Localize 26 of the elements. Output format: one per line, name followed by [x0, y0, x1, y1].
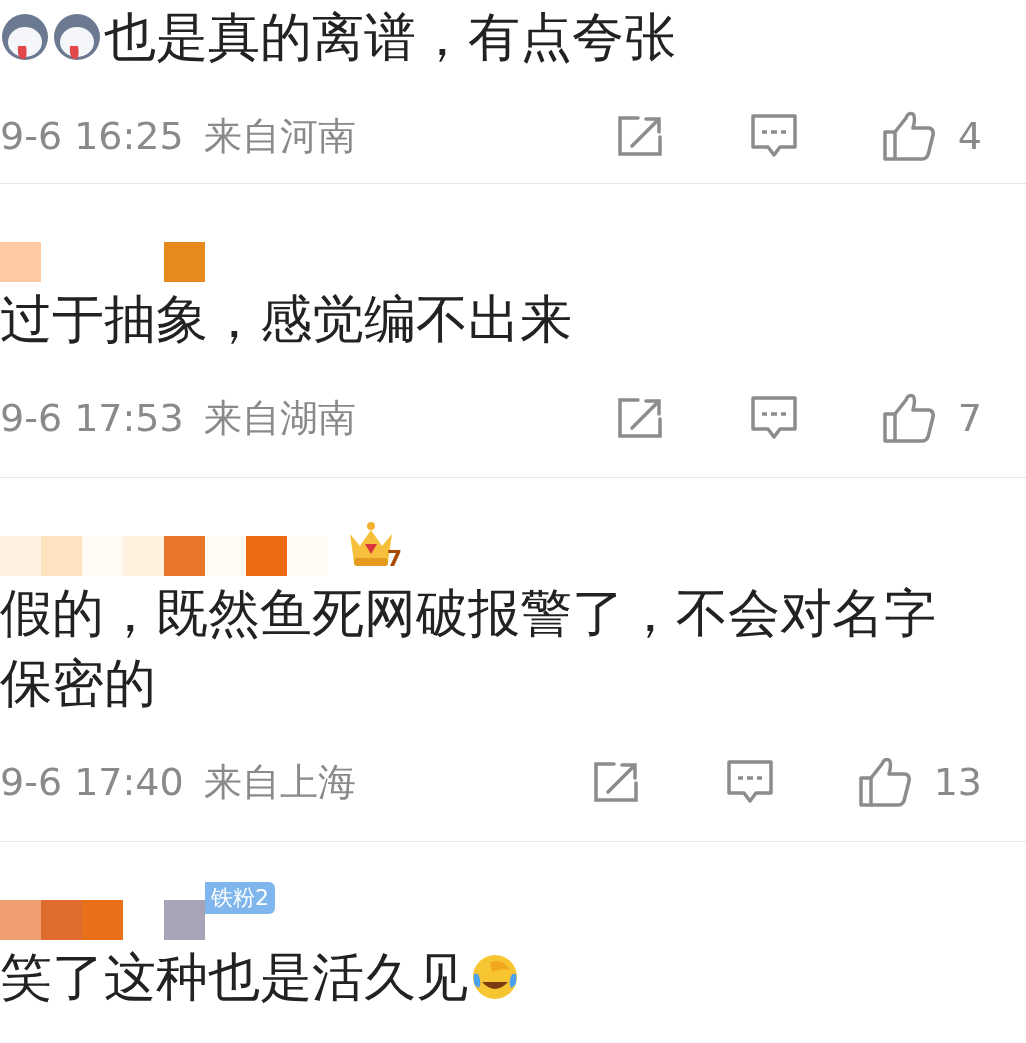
laughing-emoji-icon — [470, 952, 520, 1002]
comment-text: 过于抽象，感觉编不出来 — [0, 288, 572, 351]
fan-badge: 铁粉2 — [205, 882, 275, 914]
comment-time: 9-6 16:25 — [0, 112, 184, 160]
badge-level: 7 — [386, 548, 402, 570]
comment-text: 笑了这种也是活久见 — [0, 946, 468, 1009]
comment-text: 也是真的离谱，有点夸张 — [104, 6, 676, 69]
comment-icon[interactable] — [749, 113, 798, 159]
like-count: 13 — [933, 758, 982, 806]
comment-time: 9-6 17:53 — [0, 394, 184, 442]
comment-icon[interactable] — [749, 395, 798, 441]
comment-location: 来自上海 — [203, 758, 356, 806]
comment-icon[interactable] — [725, 759, 774, 805]
like-count: 7 — [957, 394, 982, 442]
like-count: 4 — [957, 112, 982, 160]
share-icon[interactable] — [591, 761, 640, 803]
comment-text: 假的，既然鱼死网破报警了，不会对名字保密的 — [0, 582, 937, 715]
thumbs-up-icon[interactable] — [881, 392, 936, 444]
thumbs-up-icon[interactable] — [857, 756, 912, 808]
dog-emoji-icon — [52, 12, 102, 62]
comment-time: 9-6 17:40 — [0, 758, 184, 806]
comment-location: 来自湖南 — [203, 394, 356, 442]
comment-location: 来自河南 — [203, 112, 356, 160]
share-icon[interactable] — [615, 115, 664, 157]
thumbs-up-icon[interactable] — [881, 110, 936, 162]
share-icon[interactable] — [615, 397, 664, 439]
